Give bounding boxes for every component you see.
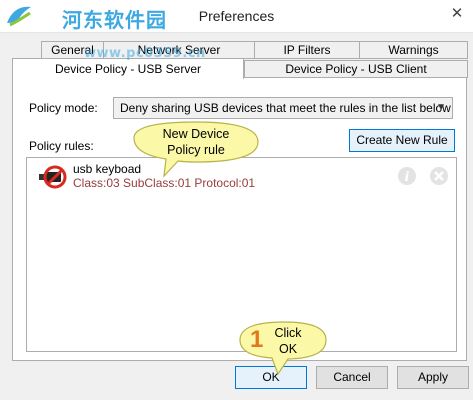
title-bar: 河东软件园 Preferences ✕	[0, 0, 473, 33]
policy-mode-select[interactable]: Deny sharing USB devices that meet the r…	[113, 97, 453, 119]
policy-rules-label: Policy rules:	[29, 139, 94, 153]
info-icon[interactable]: i	[397, 166, 417, 186]
policy-mode-label: Policy mode:	[29, 101, 98, 115]
tab-device-policy-usb-server[interactable]: Device Policy - USB Server	[12, 58, 244, 79]
callout-click-ok-text: Click OK	[274, 326, 302, 356]
window-title: Preferences	[198, 8, 275, 24]
tab-ip-filters[interactable]: IP Filters	[254, 41, 360, 59]
close-icon[interactable]: ✕	[445, 2, 469, 26]
callout-new-rule-text: New Device Policy rule	[162, 127, 230, 157]
chevron-down-icon: ▼	[436, 102, 446, 113]
apply-button[interactable]: Apply	[397, 366, 469, 389]
remove-icon[interactable]	[429, 166, 449, 186]
watermark-url: www.pc0359.cn	[84, 46, 206, 61]
tab-device-policy-usb-client[interactable]: Device Policy - USB Client	[244, 60, 468, 78]
blocked-usb-icon	[39, 165, 67, 189]
tab-warnings[interactable]: Warnings	[359, 41, 468, 59]
callout-new-rule: New Device Policy rule	[126, 118, 266, 180]
callout-click-ok: 1 Click OK	[236, 318, 332, 376]
svg-text:i: i	[405, 170, 410, 185]
policy-mode-value: Deny sharing USB devices that meet the r…	[120, 101, 451, 115]
create-new-rule-button[interactable]: Create New Rule	[349, 129, 455, 152]
step-number: 1	[250, 326, 264, 353]
